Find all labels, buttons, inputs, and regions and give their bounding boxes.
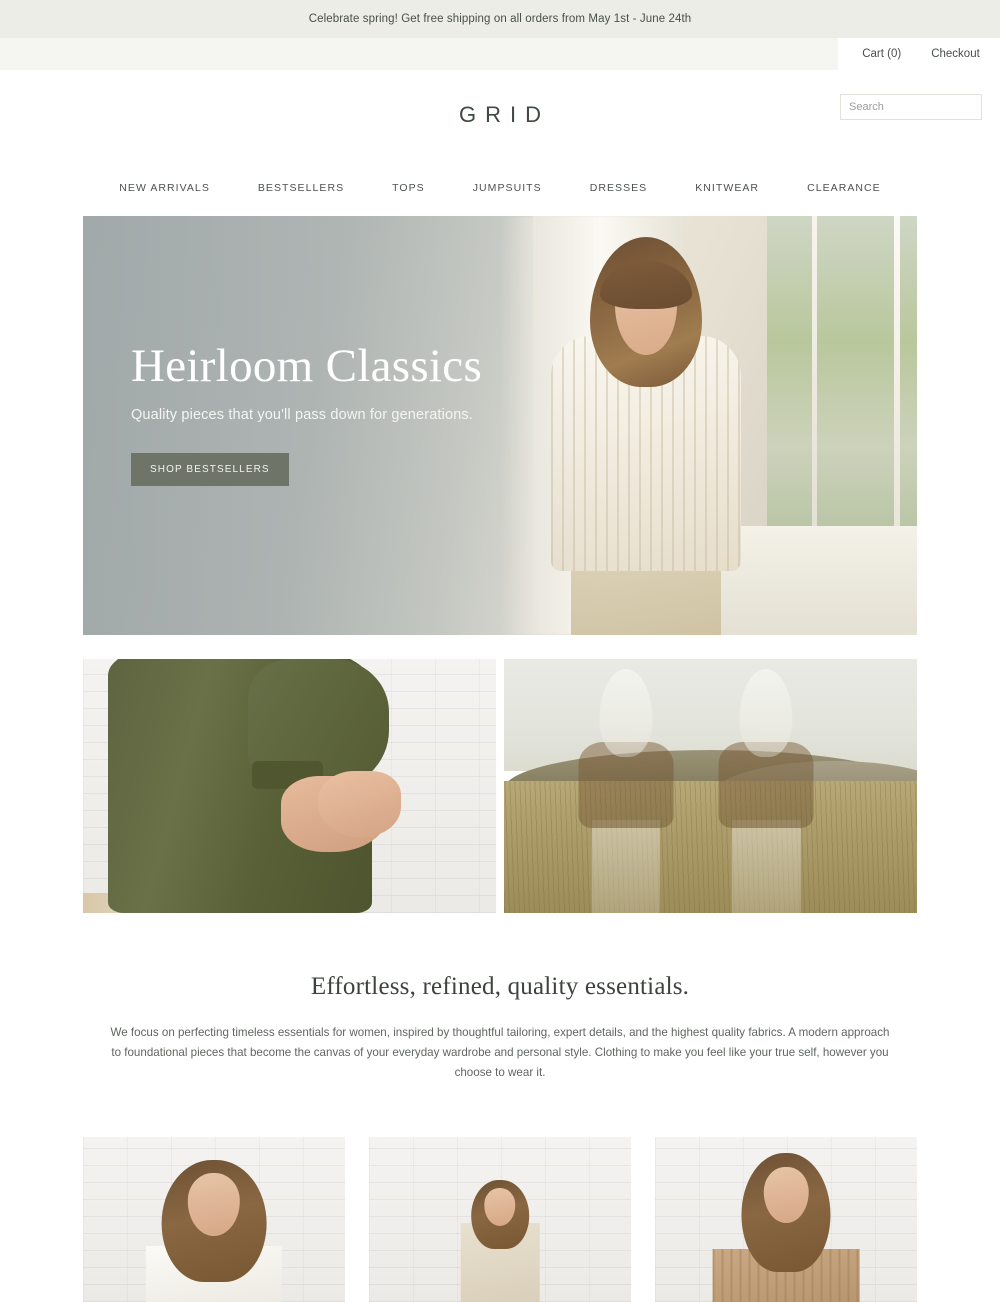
feature-image-right[interactable]: [504, 659, 917, 913]
product-card[interactable]: [655, 1136, 917, 1302]
field-figure-left: [578, 669, 674, 913]
field-grass: [504, 780, 917, 913]
figure-head: [599, 669, 653, 757]
main-nav: NEW ARRIVALS BESTSELLERS TOPS JUMPSUITS …: [0, 160, 1000, 216]
product-card[interactable]: [83, 1136, 345, 1302]
announcement-text: Celebrate spring! Get free shipping on a…: [308, 13, 692, 25]
nav-item-knitwear[interactable]: KNITWEAR: [671, 182, 783, 194]
site-header: GRID: [0, 70, 1000, 160]
nav-item-bestsellers[interactable]: BESTSELLERS: [234, 182, 368, 194]
figure-pants: [591, 820, 660, 913]
model-face: [763, 1166, 809, 1223]
hero-subtitle: Quality pieces that you'll pass down for…: [131, 407, 473, 424]
figure-head: [739, 669, 793, 757]
figure-pants: [732, 820, 801, 913]
product-card[interactable]: [369, 1136, 631, 1302]
intro-body: We focus on perfecting timeless essentia…: [110, 1026, 890, 1079]
field-figure-right: [718, 669, 814, 913]
search-box[interactable]: [840, 94, 991, 120]
feature-image-left[interactable]: [83, 659, 496, 913]
intro-title: Effortless, refined, quality essentials.: [310, 973, 690, 1000]
feature-image-pair: [83, 659, 917, 913]
intro-section: Effortless, refined, quality essentials.…: [83, 973, 917, 1083]
search-input[interactable]: [849, 101, 991, 113]
utility-bar: Cart (0) Checkout: [0, 38, 1000, 70]
shop-bestsellers-button[interactable]: SHOP BESTSELLERS: [131, 453, 289, 487]
nav-item-jumpsuits[interactable]: JUMPSUITS: [449, 182, 566, 194]
model-hands-second: [318, 770, 401, 837]
nav-item-new-arrivals[interactable]: NEW ARRIVALS: [95, 182, 234, 194]
hero-content: Heirloom Classics Quality pieces that yo…: [131, 340, 483, 487]
page-container: Heirloom Classics Quality pieces that yo…: [83, 216, 917, 1302]
utility-links: Cart (0) Checkout: [838, 38, 1000, 70]
nav-item-dresses[interactable]: DRESSES: [566, 182, 672, 194]
site-logo[interactable]: GRID: [450, 102, 550, 128]
nav-item-tops[interactable]: TOPS: [368, 182, 449, 194]
cart-link[interactable]: Cart (0): [862, 48, 901, 60]
product-grid: [83, 1136, 917, 1302]
nav-item-clearance[interactable]: CLEARANCE: [783, 182, 905, 194]
checkout-link[interactable]: Checkout: [931, 48, 980, 60]
hero-banner[interactable]: Heirloom Classics Quality pieces that yo…: [83, 216, 917, 635]
hero-title: Heirloom Classics: [131, 340, 483, 392]
announcement-bar: Celebrate spring! Get free shipping on a…: [0, 0, 1000, 38]
